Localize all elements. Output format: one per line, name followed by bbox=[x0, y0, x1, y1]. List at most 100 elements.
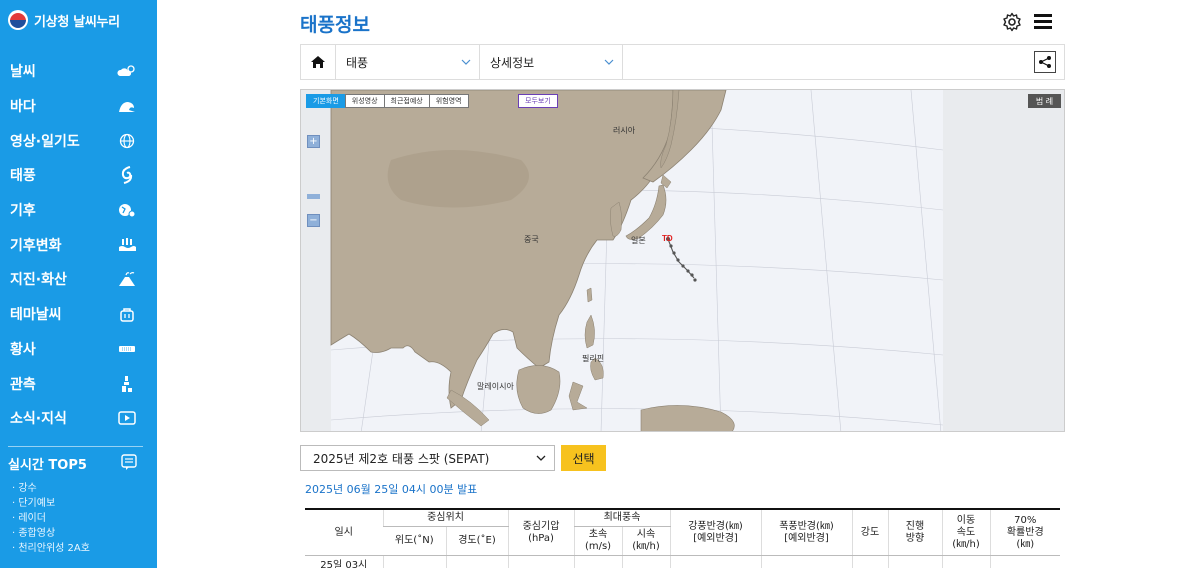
share-icon bbox=[1039, 56, 1051, 68]
nav-item-news-knowledge[interactable]: 소식·지식 bbox=[0, 401, 157, 436]
typhoon-td-label: TD bbox=[662, 234, 673, 243]
nav-item-earthquake-volcano[interactable]: 지진·화산 bbox=[0, 262, 157, 297]
taegeuk-logo-icon bbox=[8, 10, 28, 30]
nav-label: 지진·화산 bbox=[10, 272, 67, 289]
globe-icon bbox=[117, 133, 137, 149]
climate-icon bbox=[117, 202, 137, 218]
nav-item-weather[interactable]: 날씨 bbox=[0, 54, 157, 89]
nav-item-observation[interactable]: 관측 bbox=[0, 366, 157, 401]
menu-hamburger-icon[interactable] bbox=[1034, 14, 1052, 29]
breadcrumb-toolbar: 태풍 상세정보 bbox=[300, 44, 1065, 80]
observation-icon bbox=[117, 375, 137, 392]
typhoon-map[interactable]: 러시아 중국 일본 필리핀 말레이시아 TD 기본화면 위성영상 최근접예상 위… bbox=[300, 89, 1065, 432]
nav-label: 태풍 bbox=[10, 168, 36, 185]
cloud-sun-icon bbox=[117, 63, 137, 79]
col-lon: 경도(˚E) bbox=[445, 526, 508, 556]
brand[interactable]: 기상청 날씨누리 bbox=[0, 0, 157, 40]
main-nav: 날씨 바다 영상·일기도 태풍 기후 기후변화 지진·화산 테마날씨 황사 관측… bbox=[0, 54, 157, 436]
col-intensity: 강도 bbox=[851, 509, 888, 556]
col-direction: 진행 방향 bbox=[887, 509, 942, 556]
nav-label: 관측 bbox=[10, 376, 36, 393]
map-view-tabs: 기본화면 위성영상 최근접예상 위험영역 bbox=[306, 94, 469, 108]
sidebar-divider bbox=[8, 445, 143, 447]
nav-label: 바다 bbox=[10, 99, 36, 116]
menu-dropdown-detail[interactable]: 상세정보 bbox=[480, 45, 623, 79]
col-max-wind: 최대풍속 bbox=[573, 509, 670, 527]
col-center-position: 중심위치 bbox=[382, 509, 508, 527]
zoom-slider-handle[interactable] bbox=[307, 194, 320, 199]
page-title: 태풍정보 bbox=[300, 14, 370, 36]
map-label-malaysia: 말레이시아 bbox=[477, 381, 514, 391]
nav-label: 영상·일기도 bbox=[10, 133, 80, 150]
chevron-down-icon bbox=[604, 59, 614, 65]
col-wind-kmh: 시속 (㎞/h) bbox=[621, 526, 670, 556]
col-speed: 이동 속도 (㎞/h) bbox=[941, 509, 990, 556]
dropdown-label: 상세정보 bbox=[490, 55, 535, 70]
col-wind-ms: 초속 (m/s) bbox=[573, 526, 622, 556]
nav-item-sea[interactable]: 바다 bbox=[0, 89, 157, 124]
home-icon bbox=[311, 56, 325, 68]
col-probability-radius: 70% 확률반경 (㎞) bbox=[989, 509, 1060, 556]
wave-icon bbox=[117, 98, 137, 114]
cell-time: 25일 03시 bbox=[320, 560, 368, 568]
col-storm-radius: 폭풍반경(㎞) [예외반경] bbox=[760, 509, 852, 556]
top5-title: 실시간 TOP5 bbox=[8, 458, 87, 474]
realtime-top5-header[interactable]: 실시간 TOP5 bbox=[0, 453, 157, 475]
col-time: 일시 bbox=[305, 509, 383, 556]
map-tab-satellite[interactable]: 위성영상 bbox=[344, 94, 385, 108]
nav-label: 기후 bbox=[10, 203, 36, 220]
chevron-down-icon bbox=[536, 455, 546, 461]
top5-item[interactable]: 단기예보 bbox=[12, 496, 157, 511]
top5-item[interactable]: 천리안위성 2A호 bbox=[12, 541, 157, 556]
nav-item-theme-weather[interactable]: 테마날씨 bbox=[0, 297, 157, 332]
dust-icon bbox=[117, 341, 137, 357]
typhoon-icon bbox=[117, 166, 137, 185]
home-button[interactable] bbox=[301, 45, 336, 79]
play-icon bbox=[117, 410, 137, 426]
col-strong-wind-radius: 강풍반경(㎞) [예외반경] bbox=[669, 509, 761, 556]
app: 기상청 날씨누리 날씨 바다 영상·일기도 태풍 기후 기후변화 지진·화산 테… bbox=[0, 0, 1200, 568]
table-row: 25일 03시 bbox=[305, 555, 1060, 568]
map-label-russia: 러시아 bbox=[613, 125, 636, 135]
chevron-down-icon bbox=[461, 59, 471, 65]
map-label-japan: 일본 bbox=[631, 236, 646, 245]
gear-icon[interactable] bbox=[1002, 12, 1022, 32]
bag-icon bbox=[117, 306, 137, 322]
top5-item[interactable]: 강수 bbox=[12, 481, 157, 496]
col-lat: 위도(˚N) bbox=[383, 526, 446, 556]
map-canvas: 러시아 중국 일본 필리핀 말레이시아 TD bbox=[301, 90, 1064, 431]
top5-list: 강수 단기예보 레이더 종합영상 천리안위성 2A호 bbox=[0, 475, 157, 556]
top5-item[interactable]: 종합영상 bbox=[12, 526, 157, 541]
nav-item-image-chart[interactable]: 영상·일기도 bbox=[0, 123, 157, 158]
nav-label: 날씨 bbox=[10, 64, 36, 81]
nav-item-yellow-dust[interactable]: 황사 bbox=[0, 332, 157, 367]
nav-label: 테마날씨 bbox=[10, 307, 62, 324]
nav-item-typhoon[interactable]: 태풍 bbox=[0, 158, 157, 193]
select-button[interactable]: 선택 bbox=[561, 445, 606, 471]
thermometer-water-icon bbox=[117, 237, 137, 253]
map-label-philippines: 필리핀 bbox=[582, 353, 604, 363]
nav-label: 황사 bbox=[10, 341, 36, 358]
share-button[interactable] bbox=[1034, 51, 1056, 73]
zoom-in-button[interactable]: + bbox=[307, 135, 320, 148]
map-tab-closest[interactable]: 최근접예상 bbox=[383, 94, 430, 108]
top5-item[interactable]: 레이더 bbox=[12, 511, 157, 526]
announcement-time: 2025년 06월 25일 04시 00분 발표 bbox=[305, 483, 478, 496]
col-pressure: 중심기압 (hPa) bbox=[507, 509, 574, 556]
typhoon-select[interactable]: 2025년 제2호 태풍 스팟 (SEPAT) bbox=[300, 445, 555, 471]
dropdown-label: 태풍 bbox=[346, 55, 369, 70]
nav-item-climate[interactable]: 기후 bbox=[0, 193, 157, 228]
zoom-out-button[interactable]: − bbox=[307, 214, 320, 227]
typhoon-select-value: 2025년 제2호 태풍 스팟 (SEPAT) bbox=[313, 451, 490, 466]
nav-label: 소식·지식 bbox=[10, 411, 67, 428]
menu-dropdown-typhoon[interactable]: 태풍 bbox=[336, 45, 480, 79]
nav-item-climate-change[interactable]: 기후변화 bbox=[0, 227, 157, 262]
sidebar: 기상청 날씨누리 날씨 바다 영상·일기도 태풍 기후 기후변화 지진·화산 테… bbox=[0, 0, 157, 568]
map-legend-button[interactable]: 범 례 bbox=[1028, 94, 1061, 108]
map-show-all-button[interactable]: 모두보기 bbox=[518, 94, 558, 108]
volcano-icon bbox=[117, 271, 137, 287]
nav-label: 기후변화 bbox=[10, 237, 62, 254]
map-tab-default[interactable]: 기본화면 bbox=[306, 94, 346, 108]
map-tab-danger-area[interactable]: 위험영역 bbox=[428, 94, 469, 108]
list-icon bbox=[121, 453, 137, 474]
